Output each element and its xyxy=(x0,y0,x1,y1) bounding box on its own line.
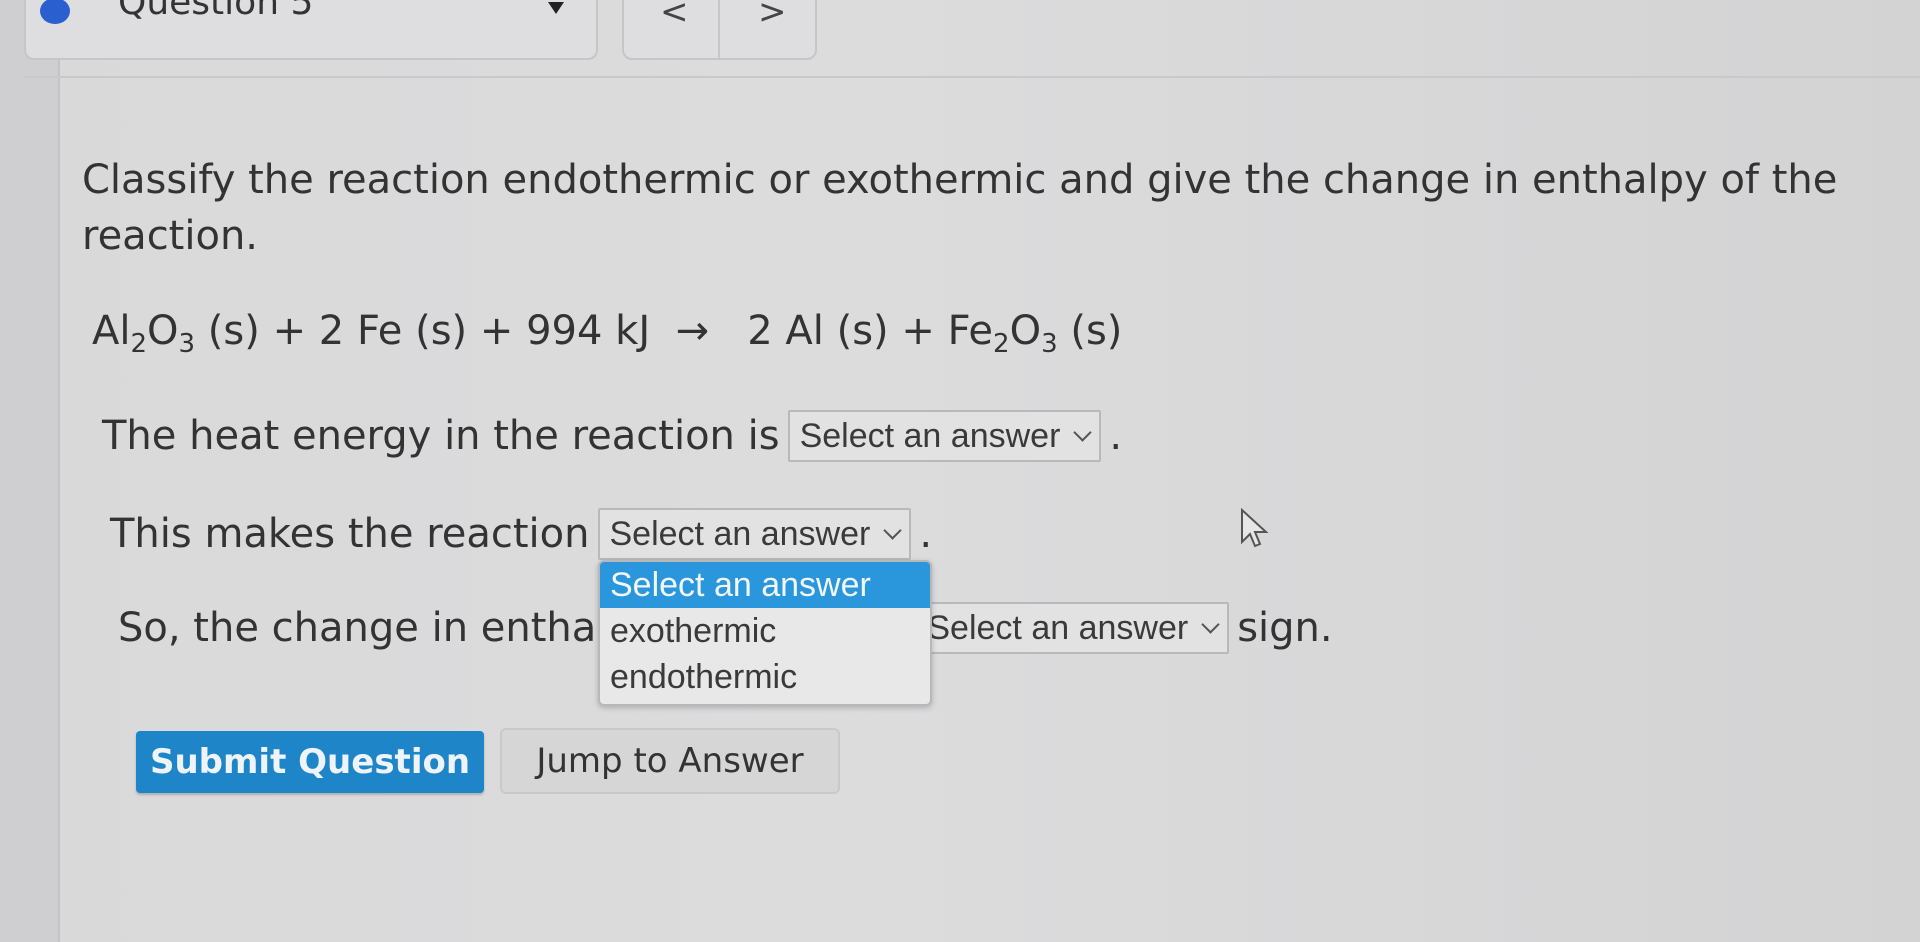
submit-question-button[interactable]: Submit Question xyxy=(136,731,484,793)
element: Al xyxy=(92,308,131,354)
nav-divider xyxy=(718,0,720,58)
chevron-down-icon xyxy=(1073,422,1093,442)
select-value: Select an answer xyxy=(927,608,1189,647)
element: Fe xyxy=(947,308,994,354)
line-text: . xyxy=(919,511,933,557)
line-text: . xyxy=(1109,413,1123,459)
reaction-arrow-icon: → xyxy=(675,308,710,354)
jump-to-answer-button[interactable]: Jump to Answer xyxy=(500,728,840,794)
product-al: 2 Al (s) xyxy=(747,308,889,354)
product-fe2o3: Fe2O3 (s) xyxy=(947,308,1123,359)
reaction-type-line: This makes the reaction Select an answer… xyxy=(110,508,932,560)
state: (s) xyxy=(1070,308,1123,354)
heat-energy-select[interactable]: Select an answer xyxy=(787,410,1102,462)
question-prompt: Classify the reaction endothermic or exo… xyxy=(82,157,1838,259)
state: (s) xyxy=(207,308,260,354)
select-value: Select an answer xyxy=(799,416,1061,455)
chevron-down-icon xyxy=(1201,614,1220,634)
question-label: Question 5 xyxy=(118,0,314,23)
subscript: 3 xyxy=(1041,329,1058,359)
line-text: The heat energy in the reaction is xyxy=(102,413,780,459)
chevron-down-icon xyxy=(883,520,903,540)
heat-energy-line: The heat energy in the reaction is Selec… xyxy=(102,410,1122,462)
caret-down-icon[interactable] xyxy=(548,2,564,14)
reaction-type-select[interactable]: Select an answer xyxy=(597,508,912,560)
next-question-button[interactable]: > xyxy=(758,0,787,32)
dropdown-option-endothermic[interactable]: endothermic xyxy=(600,654,930,700)
subscript: 2 xyxy=(130,329,148,359)
header-divider xyxy=(24,76,1920,78)
left-panel-edge xyxy=(0,0,60,942)
element: O xyxy=(1009,308,1042,354)
line-text: sign. xyxy=(1237,605,1333,651)
plus-sign: + xyxy=(272,308,307,354)
select-value: Select an answer xyxy=(609,514,871,553)
chemical-equation: Al2O3 (s) + 2 Fe (s) + 994 kJ → 2 Al (s)… xyxy=(92,308,1122,359)
prev-question-button[interactable]: < xyxy=(660,0,689,32)
reactant-al2o3: Al2O3 (s) xyxy=(92,308,260,359)
element: O xyxy=(147,308,179,354)
plus-sign: + xyxy=(901,308,935,354)
plus-sign: + xyxy=(479,308,514,354)
subscript: 2 xyxy=(993,329,1010,359)
line-text: So, the change in enthal xyxy=(118,605,608,651)
mouse-pointer-icon xyxy=(1241,508,1269,548)
dropdown-option-exothermic[interactable]: exothermic xyxy=(600,608,930,654)
line-text: This makes the reaction xyxy=(110,511,590,557)
dropdown-option-select-an-answer[interactable]: Select an answer xyxy=(600,562,930,608)
enthalpy-sign-select[interactable]: Select an answer xyxy=(915,602,1230,654)
reaction-type-dropdown-menu: Select an answer exothermic endothermic xyxy=(598,560,932,706)
energy-term: 994 kJ xyxy=(526,308,651,354)
subscript: 3 xyxy=(178,329,196,359)
reactant-fe: 2 Fe (s) xyxy=(318,308,468,354)
